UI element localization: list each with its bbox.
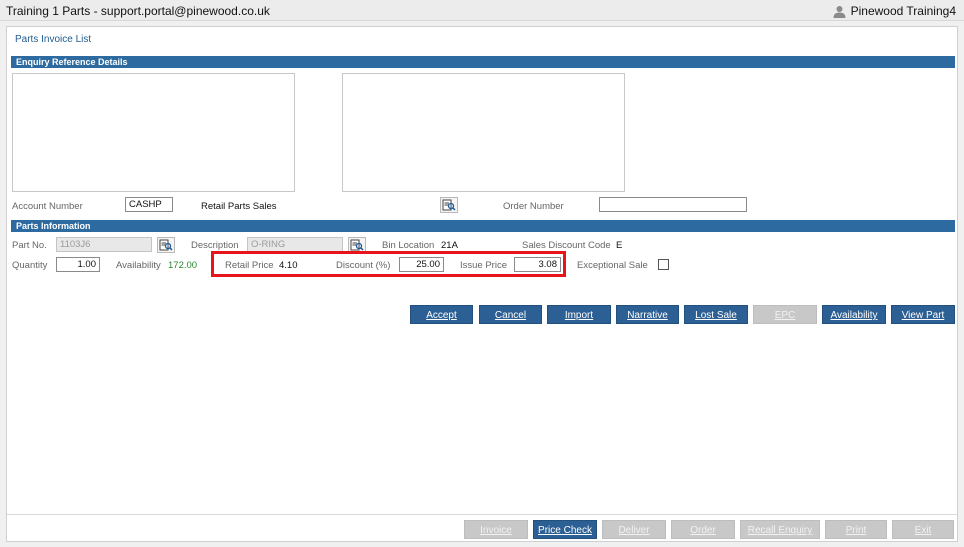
title-bar: Training 1 Parts - support.portal@pinewo…: [0, 0, 964, 21]
description-field[interactable]: O-RING: [247, 237, 343, 252]
part-no-label: Part No.: [12, 240, 47, 251]
cancel-button[interactable]: Cancel: [479, 305, 542, 324]
availability-label: Availability: [116, 260, 161, 271]
app-title: Training 1 Parts - support.portal@pinewo…: [6, 4, 270, 18]
part-lookup-button[interactable]: [157, 237, 175, 253]
invoice-button[interactable]: Invoice: [464, 520, 528, 539]
recall-enquiry-button[interactable]: Recall Enquiry: [740, 520, 820, 539]
search-document-icon: [442, 199, 456, 211]
import-button[interactable]: Import: [547, 305, 611, 324]
quantity-label: Quantity: [12, 260, 48, 271]
availability-value: 172.00: [168, 260, 198, 271]
order-button[interactable]: Order: [671, 520, 735, 539]
main-window: Parts Invoice List Enquiry Reference Det…: [6, 26, 958, 542]
discount-label: Discount (%): [336, 260, 391, 271]
enquiry-address-box-left: [12, 73, 295, 192]
description-label: Description: [191, 240, 239, 251]
exceptional-sale-checkbox[interactable]: [658, 259, 669, 270]
deliver-button[interactable]: Deliver: [602, 520, 666, 539]
account-lookup-button[interactable]: [440, 197, 458, 213]
enquiry-section-header: Enquiry Reference Details: [11, 56, 955, 68]
narrative-button[interactable]: Narrative: [616, 305, 679, 324]
view-part-button[interactable]: View Part: [891, 305, 955, 324]
bin-location-value: 21A: [441, 240, 458, 251]
page-title: Parts Invoice List: [15, 34, 92, 45]
price-check-button[interactable]: Price Check: [533, 520, 597, 539]
footer-divider: [7, 514, 957, 515]
quantity-field[interactable]: 1.00: [56, 257, 100, 272]
user-name: Pinewood Training4: [850, 4, 956, 18]
user-icon: [833, 5, 846, 18]
account-name: Retail Parts Sales: [201, 201, 277, 212]
discount-field[interactable]: 25.00: [399, 257, 444, 272]
exit-button[interactable]: Exit: [892, 520, 954, 539]
issue-price-label: Issue Price: [460, 260, 507, 271]
order-number-label: Order Number: [503, 201, 564, 212]
retail-price-label: Retail Price: [225, 260, 274, 271]
lost-sale-button[interactable]: Lost Sale: [684, 305, 748, 324]
bin-location-label: Bin Location: [382, 240, 435, 251]
exceptional-sale-label: Exceptional Sale: [577, 260, 648, 271]
parts-section-header: Parts Information: [11, 220, 955, 232]
account-number-label: Account Number: [12, 201, 83, 212]
issue-price-field[interactable]: 3.08: [514, 257, 561, 272]
epc-button[interactable]: EPC: [753, 305, 817, 324]
enquiry-address-box-right: [342, 73, 625, 192]
print-button[interactable]: Print: [825, 520, 887, 539]
sales-discount-code-label: Sales Discount Code: [522, 240, 611, 251]
part-no-field[interactable]: 1103J6: [56, 237, 152, 252]
sales-discount-code-value: E: [616, 240, 623, 251]
search-document-icon: [159, 239, 173, 251]
user-info[interactable]: Pinewood Training4: [833, 4, 956, 18]
availability-button[interactable]: Availability: [822, 305, 886, 324]
accept-button[interactable]: Accept: [410, 305, 473, 324]
retail-price-value: 4.10: [279, 260, 298, 271]
search-document-icon: [350, 239, 364, 251]
order-number-field[interactable]: [599, 197, 747, 212]
account-number-field[interactable]: CASHP: [125, 197, 173, 212]
